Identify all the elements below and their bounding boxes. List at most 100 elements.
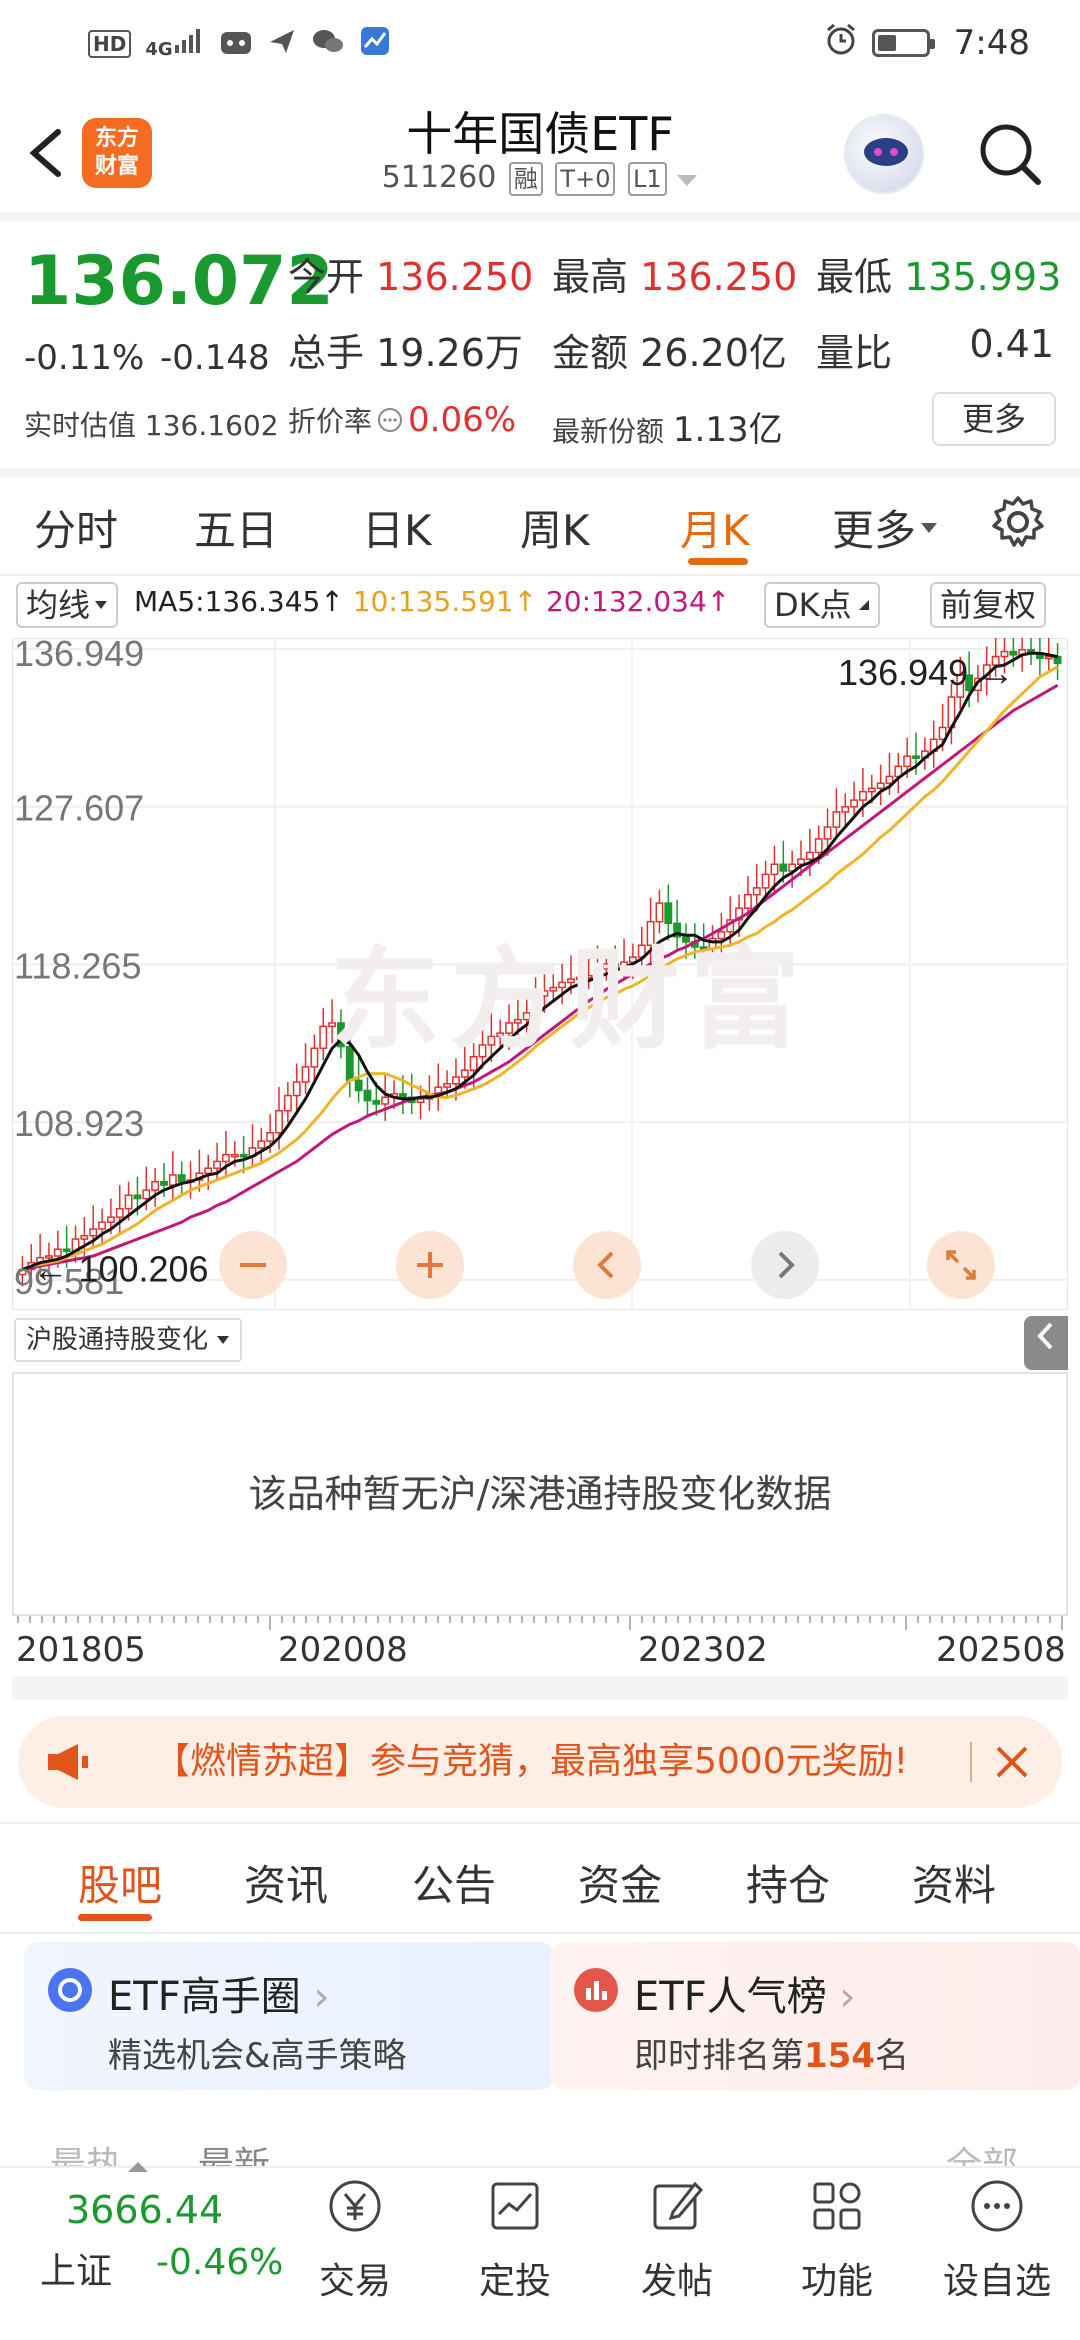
holdings-empty-panel: 该品种暂无沪/深港通持股变化数据 xyxy=(12,1372,1068,1616)
ratio-label: 量比 xyxy=(816,331,893,375)
y-axis-label: 127.607 xyxy=(14,788,144,829)
dk-point-button[interactable]: DK点 xyxy=(764,582,880,628)
minus-icon xyxy=(219,1231,287,1299)
candle-body xyxy=(452,1076,460,1085)
candle-body xyxy=(221,1153,230,1163)
side-panel-toggle[interactable] xyxy=(1024,1316,1068,1370)
divider xyxy=(0,468,1080,478)
candle-body xyxy=(98,1221,106,1230)
robot-assistant-avatar[interactable] xyxy=(844,114,924,194)
candle-body xyxy=(1044,655,1053,660)
index-name[interactable]: 上证 xyxy=(40,2242,112,2294)
candle-body xyxy=(354,1079,363,1092)
index-value[interactable]: 3666.44 xyxy=(66,2188,223,2232)
holdings-selector[interactable]: 沪股通持股变化 xyxy=(14,1318,243,1362)
dropdown-triangle-icon xyxy=(921,522,938,533)
candle-body xyxy=(549,986,558,992)
open-label: 今开 xyxy=(288,255,365,299)
chart-settings-button[interactable] xyxy=(990,494,1046,554)
y-axis-label: 118.265 xyxy=(14,945,141,986)
nav-functions[interactable]: 功能 xyxy=(772,2168,902,2304)
tab-weekly-k[interactable]: 周K xyxy=(520,497,590,558)
candle-body xyxy=(363,1089,372,1102)
scroll-right-button[interactable] xyxy=(750,1230,820,1304)
candle-body xyxy=(717,931,726,940)
nav-post[interactable]: 发帖 xyxy=(612,2168,742,2304)
candle-body xyxy=(505,1022,513,1034)
nav-label: 设自选 xyxy=(942,2261,1051,2302)
tab-guba[interactable]: 股吧 xyxy=(78,1852,162,1913)
tab-holdings[interactable]: 持仓 xyxy=(746,1852,830,1913)
shares-value: 1.13亿 xyxy=(672,410,783,450)
candle-body xyxy=(381,1096,390,1105)
expand-icon xyxy=(927,1231,995,1299)
amount-label: 金额 xyxy=(552,331,629,375)
adjust-button[interactable]: 前复权 xyxy=(930,582,1047,628)
zoom-out-button[interactable] xyxy=(218,1230,288,1304)
ma20-value: 20:132.034↑ xyxy=(545,585,731,618)
candle-body xyxy=(124,1194,133,1210)
candle-body xyxy=(89,1228,98,1237)
candle-body xyxy=(664,902,673,925)
etf-expert-circle-card[interactable]: ETF高手圈 › 精选机会&高手策略 xyxy=(24,1942,554,2090)
candle-body xyxy=(275,1110,283,1134)
candle-body xyxy=(398,1093,407,1099)
etf-popularity-card[interactable]: ETF人气榜 › 即时排名第154名 xyxy=(550,1942,1080,2090)
min-price-label: ← 100.206 xyxy=(32,1248,208,1289)
candle-body xyxy=(487,1035,496,1046)
max-price-label: 136.949 → xyxy=(838,652,1014,693)
gear-icon xyxy=(992,496,1044,547)
tab-funds[interactable]: 资金 xyxy=(578,1852,662,1913)
stock-app-icon xyxy=(359,25,391,63)
date-label: 202302 xyxy=(638,1630,768,1670)
nav-add-watchlist[interactable]: 设自选 xyxy=(932,2168,1062,2304)
alarm-icon xyxy=(824,22,858,65)
fullscreen-button[interactable] xyxy=(926,1230,996,1304)
candle-body xyxy=(867,787,876,793)
tab-five-day[interactable]: 五日 xyxy=(194,497,278,558)
nav-invest-plan[interactable]: 定投 xyxy=(450,2168,580,2304)
candle-body xyxy=(177,1174,186,1183)
tab-announcements[interactable]: 公告 xyxy=(412,1852,496,1913)
promo-banner[interactable]: 【燃情苏超】参与竞猜，最高独享5000元奖励! xyxy=(18,1716,1062,1808)
open-value: 136.250 xyxy=(376,255,534,299)
ma10-value: 10:135.591↑ xyxy=(352,585,538,618)
candle-body xyxy=(885,775,894,784)
close-icon[interactable] xyxy=(992,1742,1032,1782)
index-change[interactable]: -0.46% xyxy=(156,2242,283,2283)
candle-body xyxy=(761,873,770,889)
more-quote-button[interactable]: 更多 xyxy=(932,392,1056,446)
l1-tag: L1 xyxy=(628,162,667,196)
tab-intraday[interactable]: 分时 xyxy=(34,497,118,558)
ma-selector[interactable]: 均线 xyxy=(16,582,119,628)
candle-body xyxy=(513,1018,522,1024)
candle-body xyxy=(903,755,912,768)
yen-circle-icon xyxy=(329,2180,381,2232)
holdings-empty-text: 该品种暂无沪/深港通持股变化数据 xyxy=(248,1472,832,1516)
card-title: ETF人气榜 › xyxy=(634,1974,856,2020)
scroll-left-button[interactable] xyxy=(572,1230,642,1304)
monthly-k-chart[interactable]: 136.949127.607118.265108.92399.581136.94… xyxy=(12,638,1068,1310)
zoom-in-button[interactable] xyxy=(395,1230,465,1304)
circle-logo-icon xyxy=(48,1968,92,2012)
candle-body xyxy=(743,893,752,909)
tab-profile[interactable]: 资料 xyxy=(912,1852,996,1913)
tab-monthly-k[interactable]: 月K xyxy=(680,497,750,558)
date-label: 201805 xyxy=(16,1630,146,1670)
send-notification-icon xyxy=(267,26,297,62)
candle-body xyxy=(115,1207,124,1218)
candle-body xyxy=(478,1044,487,1058)
info-icon[interactable] xyxy=(376,406,404,434)
candle-body xyxy=(575,976,584,981)
candle-body xyxy=(416,1098,425,1104)
candle-body xyxy=(469,1055,478,1071)
candle-body xyxy=(682,936,690,943)
nav-trade[interactable]: 交易 xyxy=(290,2168,420,2304)
search-button[interactable] xyxy=(974,118,1046,190)
candle-body xyxy=(345,1045,354,1082)
tab-daily-k[interactable]: 日K xyxy=(362,497,432,558)
tab-more[interactable]: 更多 xyxy=(832,497,938,558)
candle-body xyxy=(151,1180,160,1191)
volume-field: 总手 19.26万 xyxy=(288,322,523,377)
tab-news[interactable]: 资讯 xyxy=(244,1852,328,1913)
